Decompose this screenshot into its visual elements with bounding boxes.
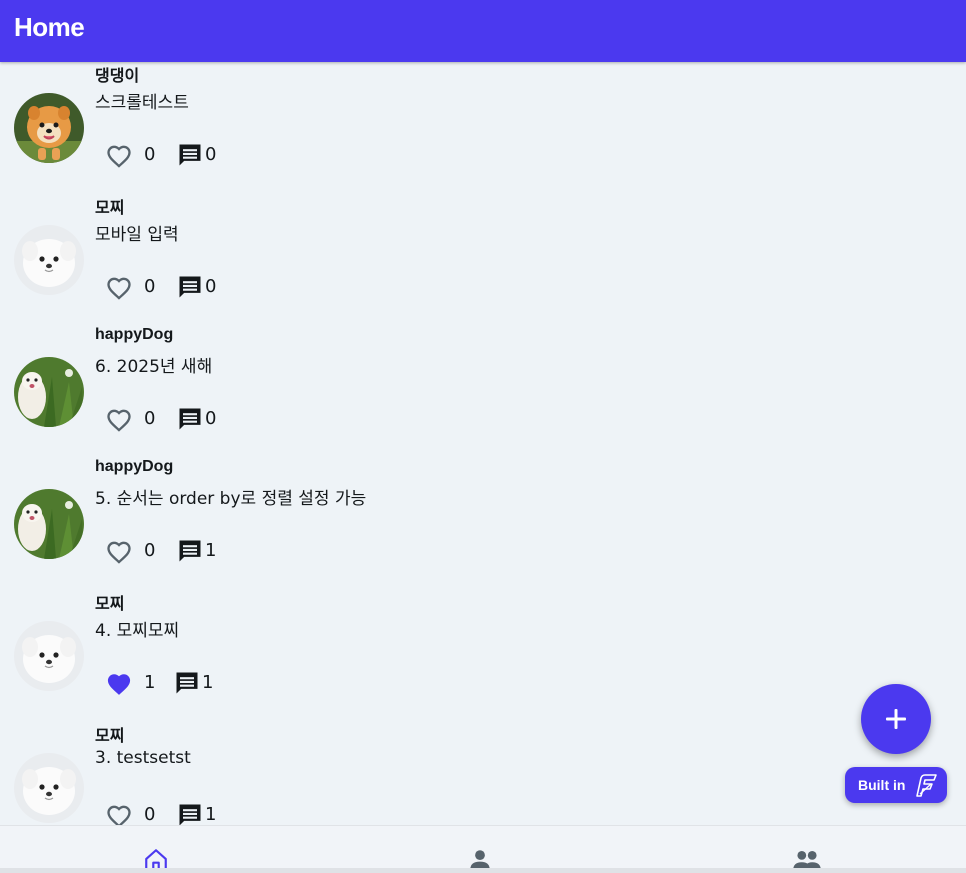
heart-outline-icon[interactable] [105,406,133,432]
bottom-nav [0,825,966,873]
add-post-button[interactable] [861,684,931,754]
comment-icon[interactable] [176,537,204,565]
nav-home[interactable] [137,826,177,873]
comment-count: 0 [205,144,217,165]
post-item[interactable]: 모찌 3. testsetst 0 1 [0,708,966,825]
post-author: 댕댕이 [95,68,140,85]
comment-icon[interactable] [176,801,204,825]
post-content: 스크롤테스트 [95,93,189,113]
post-author: 모찌 [95,596,125,613]
like-count: 0 [144,540,156,561]
heart-outline-icon[interactable] [105,274,133,300]
post-content: 3. testsetst [95,748,191,768]
avatar[interactable] [14,357,84,427]
like-count: 0 [144,276,156,297]
heart-outline-icon[interactable] [105,802,133,825]
avatar[interactable] [14,93,84,163]
post-author: 모찌 [95,728,125,745]
built-in-label: Built in [858,777,906,793]
flutterflow-logo-icon [916,774,937,797]
comment-count: 1 [202,672,214,693]
comment-icon[interactable] [176,141,204,169]
heart-filled-icon[interactable] [105,670,133,696]
post-author: happyDog [95,326,174,343]
post-content: 5. 순서는 order by로 정렬 설정 가능 [95,489,367,509]
comment-count: 1 [205,540,217,561]
post-content: 모바일 입력 [95,225,179,245]
plus-icon [886,709,906,729]
heart-outline-icon[interactable] [105,142,133,168]
comment-icon[interactable] [176,405,204,433]
comment-icon[interactable] [173,669,201,697]
comment-icon[interactable] [176,273,204,301]
post-item[interactable]: happyDog 5. 순서는 order by로 정렬 설정 가능 0 1 [0,444,966,576]
comment-count: 0 [205,276,217,297]
app-bar: Home [0,0,966,62]
post-item[interactable]: 댕댕이 스크롤테스트 0 0 [0,62,966,180]
page-title: Home [14,12,85,42]
post-content: 4. 모찌모찌 [95,621,180,641]
nav-profile[interactable] [461,826,501,873]
like-count: 0 [144,408,156,429]
avatar[interactable] [14,621,84,691]
avatar[interactable] [14,753,84,823]
post-feed[interactable]: 댕댕이 스크롤테스트 0 0 모찌 모바일 입력 0 0 happyDog 6.… [0,62,966,825]
post-item[interactable]: 모찌 모바일 입력 0 0 [0,180,966,312]
built-in-badge[interactable]: Built in [845,767,947,803]
post-author: happyDog [95,458,174,475]
like-count: 1 [144,672,156,693]
comment-count: 1 [205,804,217,825]
post-item[interactable]: 모찌 4. 모찌모찌 1 1 [0,576,966,708]
avatar[interactable] [14,225,84,295]
like-count: 0 [144,144,156,165]
avatar[interactable] [14,489,84,559]
post-author: 모찌 [95,200,125,217]
like-count: 0 [144,804,156,825]
window-bottom-edge [0,868,966,873]
heart-outline-icon[interactable] [105,538,133,564]
comment-count: 0 [205,408,217,429]
post-content: 6. 2025년 새해 [95,357,213,377]
post-item[interactable]: happyDog 6. 2025년 새해 0 0 [0,312,966,444]
nav-friends[interactable] [786,826,826,873]
